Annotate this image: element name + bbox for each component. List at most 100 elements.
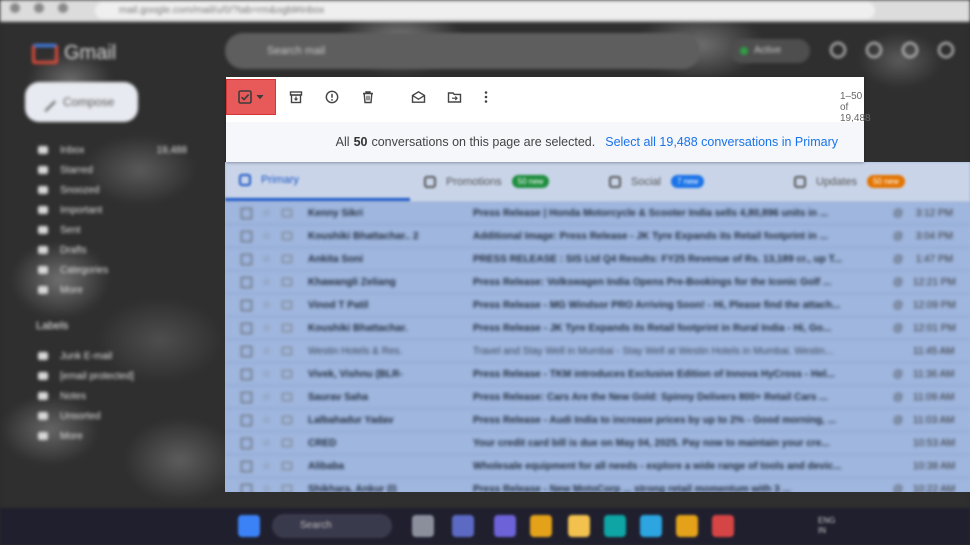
tab-updates[interactable]: Updates 50 new [780, 162, 965, 201]
row-checkbox[interactable] [241, 276, 252, 288]
star-icon[interactable]: ☆ [262, 346, 272, 357]
sidebar-item-inbox[interactable]: Inbox 19,488 [38, 140, 187, 160]
star-icon[interactable]: ☆ [262, 484, 272, 493]
language-indicator[interactable]: ENG IN [818, 516, 835, 536]
forward-icon[interactable] [34, 3, 44, 13]
chrome-alt-icon[interactable] [712, 515, 734, 537]
label-item[interactable]: Unsorted [38, 406, 134, 426]
select-all-conversations-link[interactable]: Select all 19,488 conversations in Prima… [605, 135, 838, 149]
row-checkbox[interactable] [241, 230, 252, 242]
search-input[interactable]: Search mail [225, 33, 700, 69]
sidebar-item-drafts[interactable]: Drafts [38, 240, 187, 260]
sidebar-item-sent[interactable]: Sent [38, 220, 187, 240]
sidebar-item-snoozed[interactable]: Snoozed [38, 180, 187, 200]
file-explorer-icon[interactable] [568, 515, 590, 537]
email-row[interactable]: ☆ CRED Your credit card bill is due on May… [225, 432, 970, 455]
settings-icon[interactable] [866, 42, 882, 58]
important-icon[interactable] [282, 232, 292, 240]
email-row[interactable]: ☆ Alibaba Wholesale equipment for all need… [225, 455, 970, 478]
sidebar-item-important[interactable]: Important [38, 200, 187, 220]
app-icon[interactable] [640, 515, 662, 537]
move-to-button[interactable] [444, 87, 464, 107]
email-row[interactable]: ☆ Shikhara, Ankur (I) Press Release - New … [225, 478, 970, 492]
row-checkbox[interactable] [241, 207, 252, 219]
email-row[interactable]: ☆ Kenny Sikri Press Release | Honda Motorc… [225, 202, 970, 225]
tab-social[interactable]: Social 7 new [595, 162, 780, 201]
row-checkbox[interactable] [241, 437, 252, 449]
important-icon[interactable] [282, 278, 292, 286]
status-toggle[interactable]: Active [730, 39, 810, 63]
star-icon[interactable]: ☆ [262, 461, 272, 472]
checkbox-checked-icon[interactable] [238, 90, 252, 104]
star-icon[interactable]: ☆ [262, 415, 272, 426]
sidebar-item-categories[interactable]: Categories [38, 260, 187, 280]
email-row[interactable]: ☆ Vivek, Vishnu (BLR- Press Release - TKM … [225, 363, 970, 386]
reload-icon[interactable] [58, 3, 68, 13]
important-icon[interactable] [282, 301, 292, 309]
important-icon[interactable] [282, 347, 292, 355]
important-icon[interactable] [282, 439, 292, 447]
label-item[interactable]: More [38, 426, 134, 446]
sidebar-item-starred[interactable]: Starred [38, 160, 187, 180]
windows-start-icon[interactable] [238, 515, 260, 537]
row-checkbox[interactable] [241, 483, 252, 492]
chevron-down-icon[interactable] [256, 94, 264, 100]
teams-icon[interactable] [494, 515, 516, 537]
sidebar-item-more[interactable]: More [38, 280, 187, 300]
compose-button[interactable]: Compose [25, 82, 138, 122]
row-checkbox[interactable] [241, 460, 252, 472]
select-all-checkbox-group[interactable] [226, 79, 276, 115]
row-checkbox[interactable] [241, 322, 252, 334]
help-icon[interactable] [830, 42, 846, 58]
star-icon[interactable]: ☆ [262, 254, 272, 265]
chrome-icon[interactable] [530, 515, 552, 537]
label-item[interactable]: Notes [38, 386, 134, 406]
row-checkbox[interactable] [241, 414, 252, 426]
important-icon[interactable] [282, 393, 292, 401]
email-row[interactable]: ☆ Saurav Saha Press Release: Cars Are the … [225, 386, 970, 409]
gemini-icon[interactable] [902, 42, 918, 58]
taskbar-search[interactable]: Search [272, 514, 392, 538]
mark-as-read-button[interactable] [408, 87, 428, 107]
widgets-icon[interactable] [412, 515, 434, 537]
label-item[interactable]: [email protected] [38, 366, 134, 386]
important-icon[interactable] [282, 370, 292, 378]
email-row[interactable]: ☆ Koushiki Bhattachar.. 2 Additional Image… [225, 225, 970, 248]
address-bar[interactable]: mail.google.com/mail/u/0/?tab=rm&ogbl#in… [95, 2, 875, 19]
important-icon[interactable] [282, 324, 292, 332]
star-icon[interactable]: ☆ [262, 369, 272, 380]
store-icon[interactable] [604, 515, 626, 537]
star-icon[interactable]: ☆ [262, 300, 272, 311]
row-checkbox[interactable] [241, 368, 252, 380]
row-checkbox[interactable] [241, 253, 252, 265]
back-icon[interactable] [10, 3, 20, 13]
tab-primary[interactable]: Primary [225, 162, 410, 201]
important-icon[interactable] [282, 462, 292, 470]
star-icon[interactable]: ☆ [262, 208, 272, 219]
task-view-icon[interactable] [452, 515, 474, 537]
row-checkbox[interactable] [241, 391, 252, 403]
star-icon[interactable]: ☆ [262, 392, 272, 403]
email-row[interactable]: ☆ Khawangli Zeliang Press Release: Volkswa… [225, 271, 970, 294]
email-row[interactable]: ☆ Koushiki Bhattachar. Press Release - JK … [225, 317, 970, 340]
important-icon[interactable] [282, 416, 292, 424]
more-options-button[interactable] [476, 87, 496, 107]
report-spam-button[interactable] [322, 87, 342, 107]
apps-icon[interactable] [938, 42, 954, 58]
delete-button[interactable] [358, 87, 378, 107]
important-icon[interactable] [282, 255, 292, 263]
star-icon[interactable]: ☆ [262, 277, 272, 288]
email-row[interactable]: ☆ Lalbahadur Yadav Press Release - Audi In… [225, 409, 970, 432]
gmail-logo[interactable]: Gmail [32, 42, 116, 65]
archive-button[interactable] [286, 87, 306, 107]
star-icon[interactable]: ☆ [262, 438, 272, 449]
important-icon[interactable] [282, 485, 292, 492]
important-icon[interactable] [282, 209, 292, 217]
tab-promotions[interactable]: Promotions 50 new [410, 162, 595, 201]
email-row[interactable]: ☆ Westin Hotels & Res. Travel and Stay Wel… [225, 340, 970, 363]
row-checkbox[interactable] [241, 299, 252, 311]
label-item[interactable]: Junk E-mail [38, 346, 134, 366]
row-checkbox[interactable] [241, 345, 252, 357]
email-row[interactable]: ☆ Vinod T Patil Press Release - MG Windsor… [225, 294, 970, 317]
email-row[interactable]: ☆ Ankita Soni PRESS RELEASE : SIS Ltd Q4 R… [225, 248, 970, 271]
